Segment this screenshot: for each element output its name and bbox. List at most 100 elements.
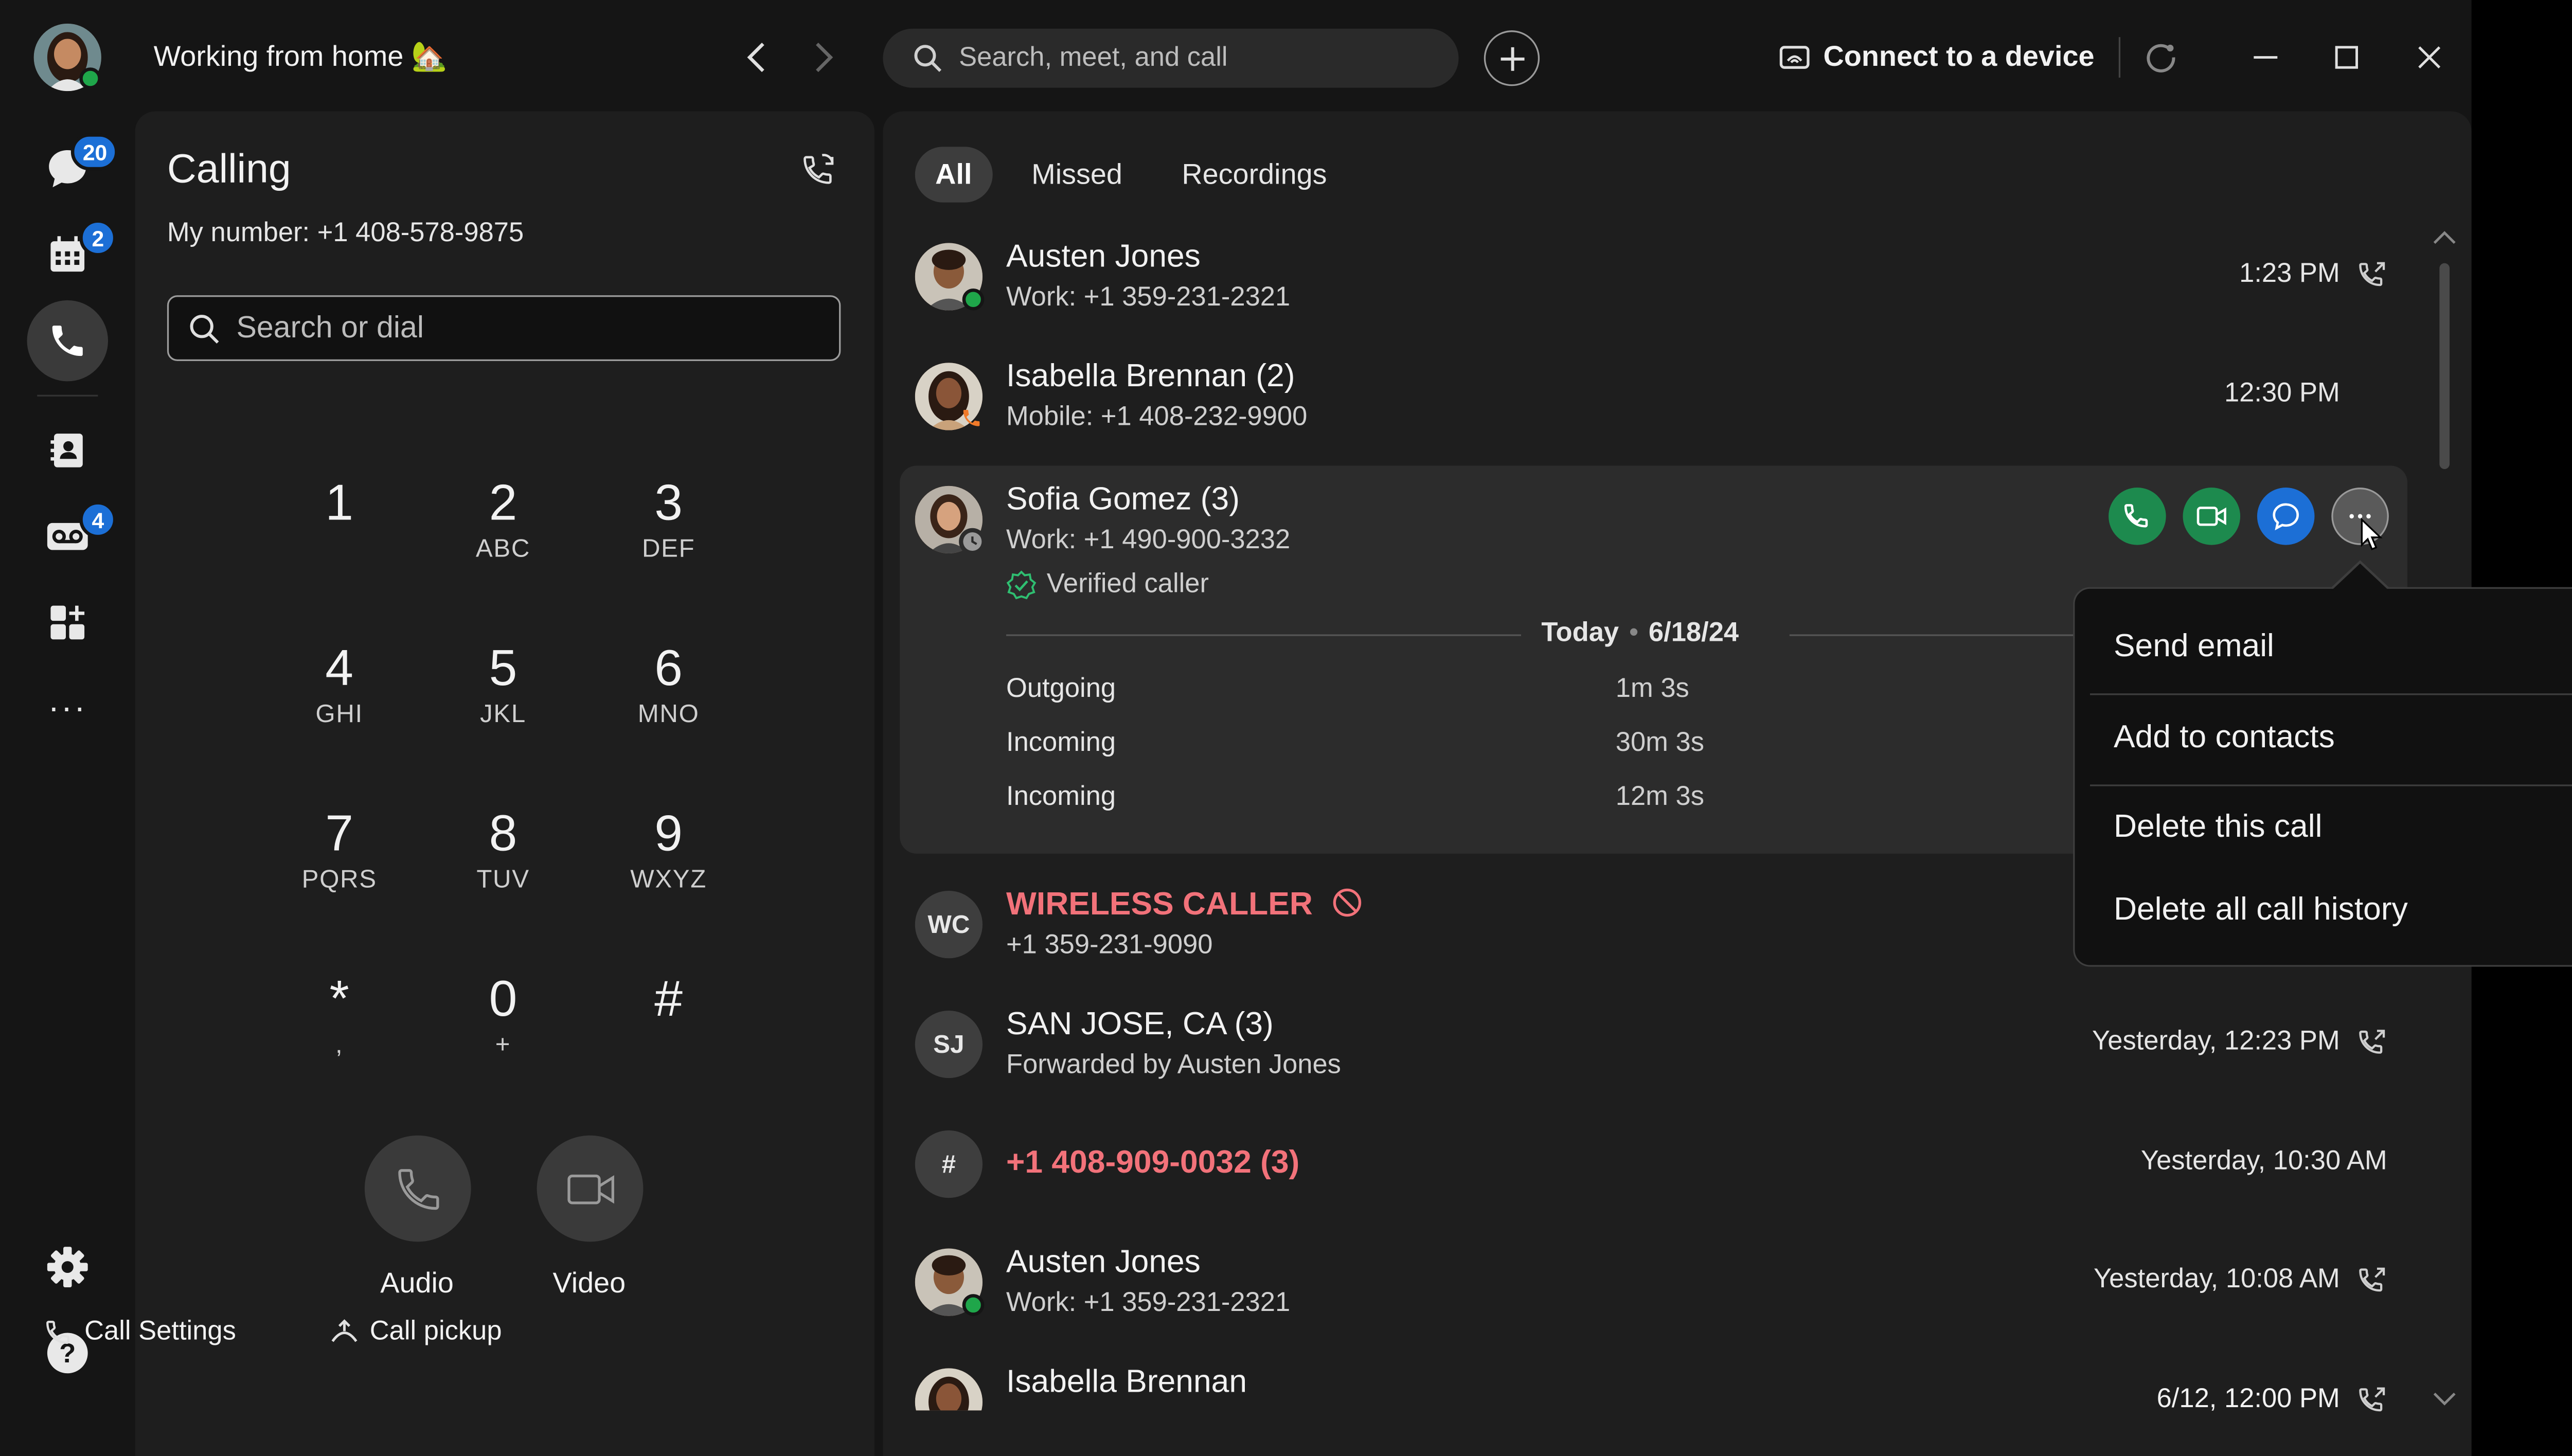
key-letters: + — [495, 1031, 511, 1060]
status-message[interactable]: Working from home 🏡 — [154, 41, 448, 75]
call-row[interactable]: Austen Jones Work: +1 359-231-2321 Yeste… — [900, 1228, 2407, 1346]
key-letters: , — [335, 1031, 344, 1060]
call-type: Outgoing — [1006, 675, 1116, 704]
caller-name: Sofia Gomez (3) — [1006, 482, 1240, 518]
contacts-icon — [50, 434, 83, 468]
call-pickup-link[interactable]: Call pickup — [329, 1318, 502, 1348]
menu-item-add-to-contacts[interactable]: Add to contacts — [2114, 721, 2335, 758]
scrollbar-thumb[interactable] — [2439, 263, 2450, 469]
key-1[interactable]: 1 — [263, 476, 415, 610]
dial-search[interactable] — [167, 295, 841, 362]
audio-call-button[interactable] — [364, 1135, 471, 1242]
apps-button[interactable] — [27, 582, 109, 663]
key-4[interactable]: 4 GHI — [263, 641, 415, 776]
forward-button[interactable] — [803, 37, 841, 78]
more-button[interactable]: ··· — [27, 668, 109, 749]
verified-label: Verified caller — [1046, 570, 1209, 599]
key-letters: JKL — [480, 700, 526, 729]
back-button[interactable] — [739, 37, 776, 78]
key-7[interactable]: 7 PQRS — [263, 806, 415, 941]
nav-rail: 20 2 4 ··· ? — [0, 0, 135, 1456]
key-letters: WXYZ — [630, 865, 707, 894]
key-3[interactable]: 3 DEF — [593, 476, 744, 610]
call-pickup-label: Call pickup — [369, 1317, 502, 1346]
verified-check-icon — [1006, 570, 1037, 600]
avatar-initials: SJ — [915, 1010, 983, 1078]
key-digit: 6 — [654, 641, 683, 697]
call-row[interactable]: Austen Jones Work: +1 359-231-2321 1:23 … — [900, 223, 2407, 341]
key-star[interactable]: *, — [263, 972, 415, 1107]
calling-button[interactable] — [27, 300, 109, 382]
my-number: My number: +1 408-578-9875 — [167, 219, 524, 248]
call-duration: 1m 3s — [1615, 675, 1689, 704]
call-time: Yesterday, 10:30 AM — [2140, 1147, 2387, 1176]
dial-search-input[interactable] — [236, 310, 811, 346]
global-search[interactable] — [883, 28, 1459, 88]
away-clock-icon — [959, 528, 986, 555]
key-digit: 9 — [654, 806, 683, 862]
meetings-badge: 2 — [79, 219, 117, 257]
panel-title: Calling — [167, 147, 291, 192]
call-row-header: Sofia Gomez (3) Work: +1 490-900-3232 — [900, 465, 2407, 584]
call-row[interactable]: # +1 408-909-0032 (3) Yesterday, 10:30 A… — [900, 1110, 2407, 1229]
key-2[interactable]: 2 ABC — [427, 476, 579, 610]
message-button[interactable] — [2257, 488, 2315, 545]
audio-call-button[interactable] — [2109, 488, 2166, 545]
contacts-button[interactable] — [27, 410, 109, 491]
caller-number: Work: +1 359-231-2321 — [1006, 283, 1291, 312]
minimize-button[interactable] — [2245, 37, 2286, 78]
key-digit: * — [329, 972, 349, 1028]
outgoing-call-icon — [2357, 1265, 2387, 1304]
menu-item-delete-call[interactable]: Delete this call — [2114, 810, 2323, 847]
tab-missed[interactable]: Missed — [1011, 147, 1143, 202]
phone-refresh-icon — [803, 154, 834, 184]
call-row[interactable]: Isabella Brennan (2) Mobile: +1 408-232-… — [900, 343, 2407, 461]
global-search-input[interactable] — [959, 43, 1432, 74]
key-digit: # — [654, 972, 683, 1028]
connect-device-button[interactable]: Connect to a device — [1779, 41, 2095, 75]
menu-divider — [2089, 693, 2572, 695]
audio-label: Audio — [380, 1267, 454, 1299]
headset-status-button[interactable] — [2140, 37, 2181, 78]
call-row[interactable]: SJ SAN JOSE, CA (3) Forwarded by Austen … — [900, 991, 2407, 1109]
tab-all[interactable]: All — [915, 147, 992, 203]
maximize-icon — [2335, 46, 2358, 69]
caller-number: +1 359-231-9090 — [1006, 931, 1213, 960]
verified-caller: Verified caller — [1006, 570, 1209, 601]
key-letters: ABC — [475, 534, 531, 564]
video-call-button[interactable] — [537, 1135, 644, 1242]
caller-name: +1 408-909-0032 (3) — [1006, 1145, 1300, 1181]
caller-number: Work: +1 359-231-2321 — [1006, 1289, 1291, 1318]
settings-button[interactable] — [27, 1227, 109, 1307]
key-hash[interactable]: # — [593, 972, 744, 1107]
menu-item-send-email[interactable]: Send email — [2114, 630, 2274, 667]
caller-number: Forwarded by Austen Jones — [1006, 1051, 1341, 1080]
close-button[interactable] — [2409, 37, 2450, 78]
presence-dot — [962, 288, 985, 311]
call-type: Incoming — [1006, 783, 1116, 812]
key-8[interactable]: 8 TUV — [427, 806, 579, 941]
phone-icon — [2124, 504, 2148, 528]
key-0[interactable]: 0 + — [427, 972, 579, 1107]
avatar-initials: # — [915, 1130, 983, 1198]
presence-dot — [79, 67, 101, 89]
chevron-right-icon — [816, 42, 833, 73]
tab-recordings[interactable]: Recordings — [1162, 147, 1347, 202]
context-menu: Send email Add to contacts Delete this c… — [2073, 587, 2572, 967]
key-9[interactable]: 9 WXYZ — [593, 806, 744, 941]
maximize-button[interactable] — [2326, 37, 2367, 78]
key-5[interactable]: 5 JKL — [427, 641, 579, 776]
key-6[interactable]: 6 MNO — [593, 641, 744, 776]
new-button[interactable] — [1484, 30, 1540, 86]
video-camera-icon — [2196, 507, 2226, 526]
menu-item-delete-all-history[interactable]: Delete all call history — [2114, 892, 2408, 929]
video-camera-icon — [566, 1174, 614, 1203]
video-call-button[interactable] — [2183, 488, 2241, 545]
call-row[interactable]: Isabella Brennan — [900, 1348, 2407, 1411]
call-settings-link[interactable]: Call Settings — [44, 1318, 236, 1348]
call-duration: 30m 3s — [1615, 729, 1704, 758]
call-history-button[interactable] — [800, 152, 837, 197]
menu-divider — [2089, 784, 2572, 786]
date-today: Today — [1541, 619, 1619, 648]
gear-icon — [47, 1247, 88, 1287]
